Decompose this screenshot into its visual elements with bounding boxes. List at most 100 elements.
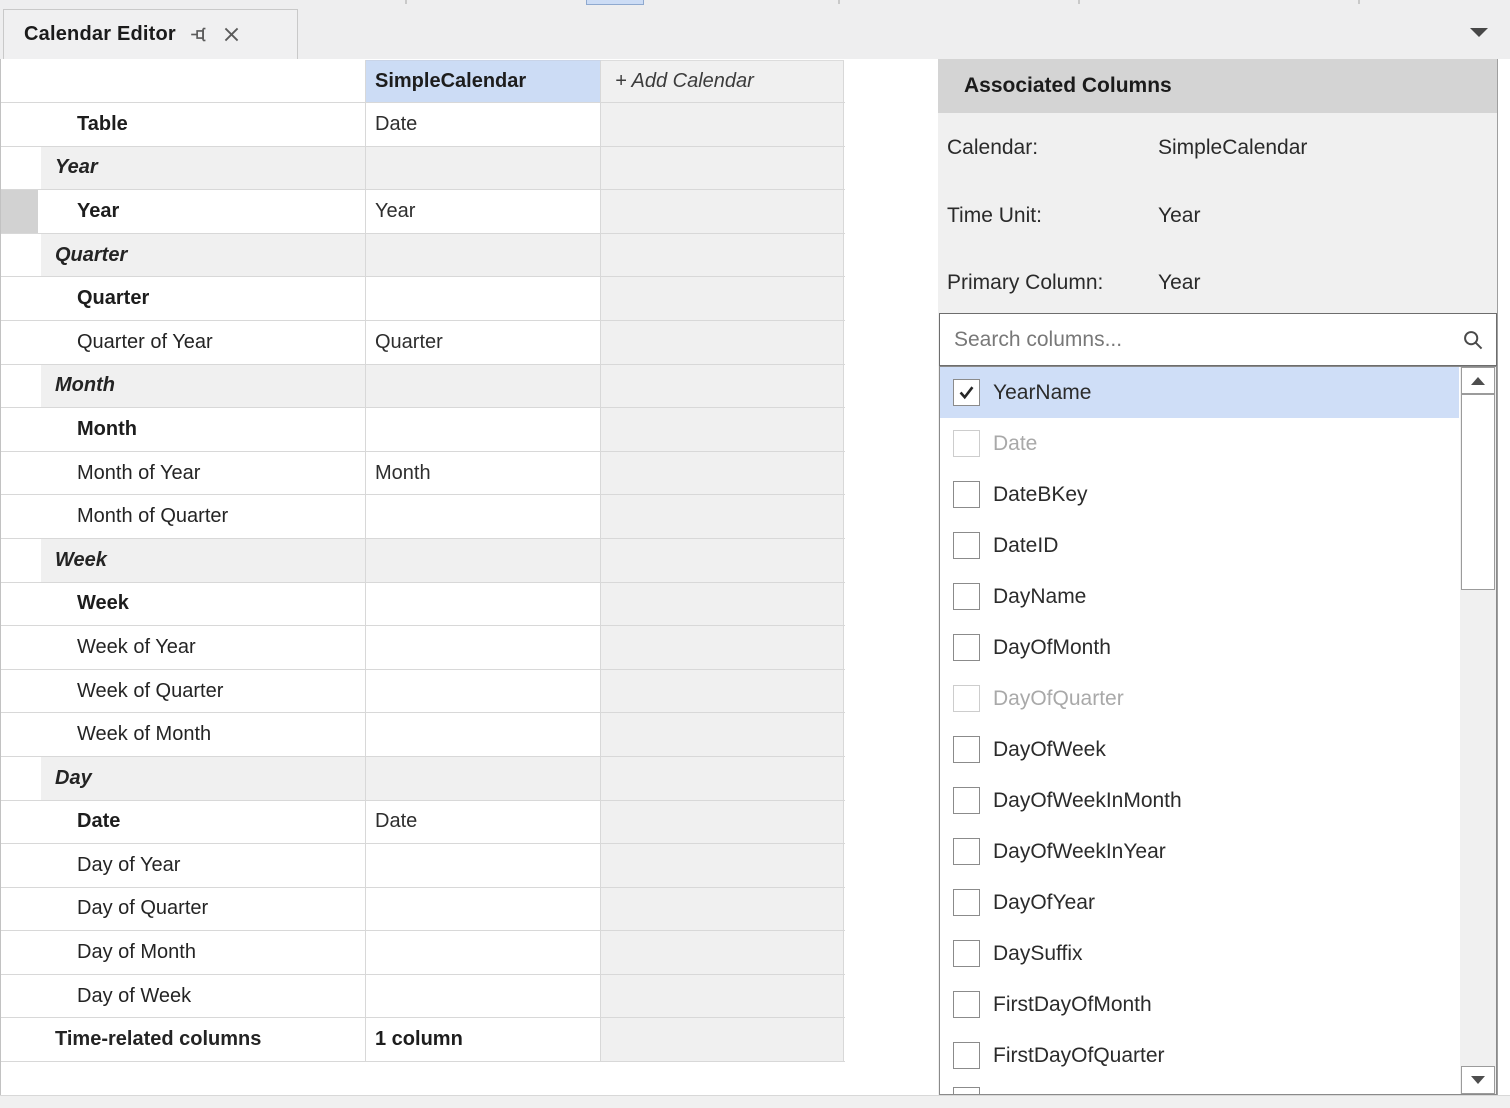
chevron-down-icon[interactable] — [1470, 28, 1488, 37]
row-label-cell[interactable]: Day of Week — [1, 975, 366, 1018]
tab-calendar-editor[interactable]: Calendar Editor — [3, 9, 298, 59]
grid-corner-cell — [1, 60, 366, 102]
calendar-value-cell[interactable] — [366, 713, 601, 756]
column-list-item[interactable]: FirstDayOfQuarter — [940, 1030, 1459, 1081]
column-label: YearName — [993, 381, 1091, 405]
row-label-cell[interactable]: Day — [1, 757, 366, 800]
checkbox[interactable] — [953, 1042, 980, 1069]
scroll-down-icon[interactable] — [1461, 1066, 1495, 1094]
calendar-value-cell[interactable] — [366, 931, 601, 974]
calendar-value-cell[interactable]: 1 column — [366, 1018, 601, 1061]
row-label-cell[interactable]: Month — [1, 408, 366, 451]
calendar-value-cell[interactable] — [366, 495, 601, 538]
column-label: FirstDayOfMonth — [993, 993, 1152, 1017]
checkbox[interactable] — [953, 379, 980, 406]
calendar-value-cell[interactable] — [366, 539, 601, 582]
calendar-value-cell[interactable]: Month — [366, 452, 601, 495]
calendar-value-cell[interactable] — [366, 147, 601, 190]
row-label-cell[interactable]: Quarter — [1, 234, 366, 277]
checkbox[interactable] — [953, 991, 980, 1018]
row-label-cell[interactable]: Quarter of Year — [1, 321, 366, 364]
column-list-item[interactable]: DayOfWeekInYear — [940, 826, 1459, 877]
calendar-value-cell[interactable] — [366, 626, 601, 669]
checkbox[interactable] — [953, 940, 980, 967]
grid-row: Week — [1, 583, 845, 627]
calendar-value-cell[interactable] — [366, 757, 601, 800]
checkbox[interactable] — [953, 1087, 980, 1095]
search-input[interactable] — [952, 327, 1462, 353]
calendar-value-cell[interactable] — [366, 888, 601, 931]
checkbox[interactable] — [953, 430, 980, 457]
calendar-value-cell[interactable]: Date — [366, 103, 601, 146]
row-label-cell[interactable]: Table — [1, 103, 366, 146]
column-label: DaySuffix — [993, 942, 1083, 966]
row-label-cell[interactable]: Quarter — [1, 277, 366, 320]
column-list-item[interactable]: YearName — [940, 367, 1459, 418]
row-label-cell[interactable]: Week of Quarter — [1, 670, 366, 713]
column-list-item[interactable] — [940, 1081, 1459, 1095]
row-label-cell[interactable]: Date — [1, 801, 366, 844]
column-header-simplecalendar[interactable]: SimpleCalendar — [366, 60, 601, 102]
row-label-cell[interactable]: Time-related columns — [1, 1018, 366, 1061]
checkbox[interactable] — [953, 889, 980, 916]
calendar-value-cell[interactable]: Quarter — [366, 321, 601, 364]
column-label: DayOfQuarter — [993, 687, 1124, 711]
row-label-cell[interactable]: Week — [1, 583, 366, 626]
row-label-cell[interactable]: Month of Quarter — [1, 495, 366, 538]
grid-row: DateDate — [1, 801, 845, 845]
checkbox[interactable] — [953, 787, 980, 814]
row-label-cell[interactable]: Week — [1, 539, 366, 582]
check-icon — [957, 383, 976, 402]
column-list-item[interactable]: Date — [940, 418, 1459, 469]
calendar-value-cell[interactable] — [366, 844, 601, 887]
calendar-value-cell[interactable] — [366, 975, 601, 1018]
checkbox[interactable] — [953, 685, 980, 712]
grid-row: YearYear — [1, 190, 845, 234]
calendar-value-cell[interactable] — [366, 583, 601, 626]
row-label-cell[interactable]: Day of Month — [1, 931, 366, 974]
scrollbar-thumb[interactable] — [1461, 394, 1495, 590]
row-label-cell[interactable]: Day of Year — [1, 844, 366, 887]
column-list-item[interactable]: DaySuffix — [940, 928, 1459, 979]
row-label-cell[interactable]: Month of Year — [1, 452, 366, 495]
column-list-item[interactable]: DayOfWeek — [940, 724, 1459, 775]
checkbox[interactable] — [953, 532, 980, 559]
close-icon[interactable] — [223, 26, 240, 43]
checkbox[interactable] — [953, 481, 980, 508]
checkbox[interactable] — [953, 736, 980, 763]
add-calendar-cell — [601, 931, 844, 974]
scrollbar[interactable] — [1460, 367, 1496, 1094]
column-list-item[interactable]: DayName — [940, 571, 1459, 622]
row-label-cell[interactable]: Week of Year — [1, 626, 366, 669]
calendar-value-cell[interactable]: Date — [366, 801, 601, 844]
calendar-value-cell[interactable] — [366, 234, 601, 277]
row-label-cell[interactable]: Year — [1, 147, 366, 190]
calendar-value-cell[interactable] — [366, 277, 601, 320]
calendar-value-cell[interactable] — [366, 408, 601, 451]
column-list-item[interactable]: FirstDayOfMonth — [940, 979, 1459, 1030]
row-label-cell[interactable]: Year — [1, 190, 366, 233]
column-list-item[interactable]: DayOfMonth — [940, 622, 1459, 673]
row-label-cell[interactable]: Day of Quarter — [1, 888, 366, 931]
add-calendar-cell — [601, 801, 844, 844]
checkbox[interactable] — [953, 838, 980, 865]
checkbox[interactable] — [953, 634, 980, 661]
calendar-value-cell[interactable] — [366, 365, 601, 408]
associated-columns-panel: Associated Columns Calendar: SimpleCalen… — [938, 59, 1498, 1095]
column-list-item[interactable]: DateID — [940, 520, 1459, 571]
column-list-item[interactable]: DayOfWeekInMonth — [940, 775, 1459, 826]
pin-icon[interactable] — [190, 25, 209, 44]
grid-row: Week of Year — [1, 626, 845, 670]
add-calendar-cell — [601, 626, 844, 669]
columns-list-items: YearName DateDateBKeyDateIDDayNameDayOfMo… — [940, 367, 1496, 1095]
checkbox[interactable] — [953, 583, 980, 610]
row-label-cell[interactable]: Month — [1, 365, 366, 408]
column-list-item[interactable]: DayOfYear — [940, 877, 1459, 928]
scroll-up-icon[interactable] — [1461, 367, 1495, 394]
row-label-cell[interactable]: Week of Month — [1, 713, 366, 756]
add-calendar-button[interactable]: + Add Calendar — [601, 60, 844, 102]
column-list-item[interactable]: DayOfQuarter — [940, 673, 1459, 724]
calendar-value-cell[interactable]: Year — [366, 190, 601, 233]
column-list-item[interactable]: DateBKey — [940, 469, 1459, 520]
calendar-value-cell[interactable] — [366, 670, 601, 713]
